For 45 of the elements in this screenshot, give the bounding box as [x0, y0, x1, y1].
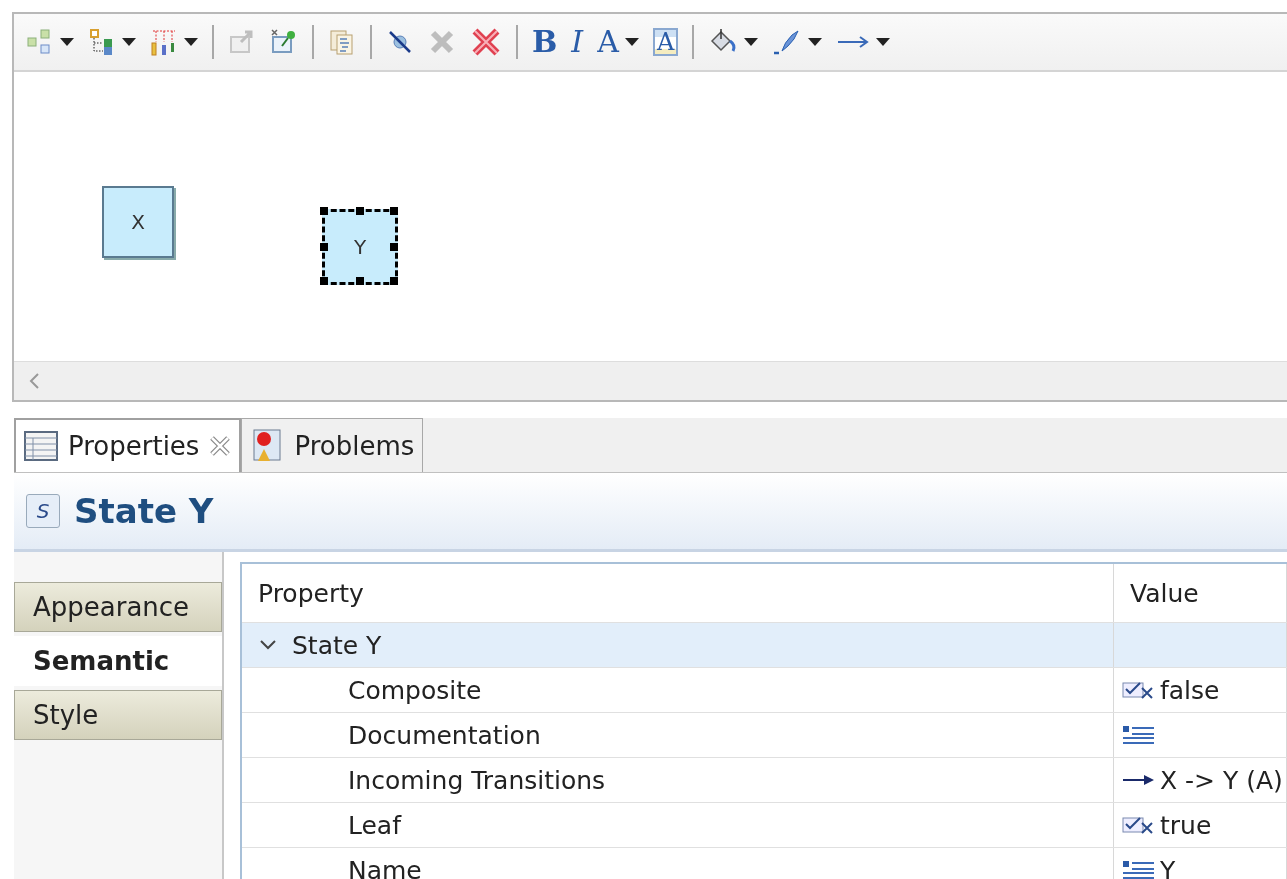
view-tab[interactable]: Properties [14, 418, 242, 472]
property-name: Name [348, 855, 422, 879]
section-tab[interactable]: Style [14, 690, 222, 740]
property-name: Composite [348, 675, 482, 705]
state-type-icon: S [26, 494, 60, 528]
chevron-icon[interactable] [258, 638, 278, 652]
dropdown-caret-icon [184, 38, 198, 46]
property-name: Documentation [348, 720, 541, 750]
property-name: Leaf [348, 810, 401, 840]
pin-icon [270, 28, 298, 56]
dropdown-caret-icon [876, 38, 891, 46]
dropdown-caret-icon [60, 38, 74, 46]
toolbar-button[interactable]: I [567, 25, 588, 59]
column-header[interactable]: Value [1114, 578, 1199, 608]
delete-icon [428, 28, 456, 56]
table-icon [24, 431, 58, 461]
property-value: false [1160, 675, 1220, 705]
property-name: Incoming Transitions [348, 765, 606, 795]
checkbox-value-icon [1122, 680, 1156, 700]
group-label: State Y [292, 630, 382, 660]
text-value-icon [1122, 724, 1156, 746]
dropdown-caret-icon [624, 38, 639, 46]
view-tab[interactable]: Problems [241, 418, 424, 472]
properties-title: State Y [74, 491, 214, 531]
arrow-icon [1122, 772, 1156, 788]
distribute-icon [150, 28, 178, 56]
toolbar-button[interactable]: A [593, 25, 643, 59]
property-value: Y [1160, 855, 1176, 879]
toolbar-button[interactable]: B [528, 25, 562, 59]
dropdown-caret-icon [744, 38, 759, 46]
section-tab[interactable]: Semantic [14, 636, 222, 686]
text-value-icon [1122, 859, 1156, 879]
close-icon[interactable] [209, 435, 232, 457]
state-node: X [102, 186, 174, 258]
dropdown-caret-icon [122, 38, 136, 46]
property-value: X -> Y (A) [1160, 765, 1283, 795]
checkbox-value-icon [1122, 815, 1156, 835]
copy-icon [328, 28, 356, 56]
column-header[interactable]: Property [242, 578, 364, 608]
property-value: true [1160, 810, 1212, 840]
state-node: Y [322, 209, 398, 285]
delete-icon [470, 26, 502, 58]
section-tab[interactable]: Appearance [14, 582, 222, 632]
dropdown-caret-icon [808, 38, 823, 46]
export-icon [228, 28, 256, 56]
